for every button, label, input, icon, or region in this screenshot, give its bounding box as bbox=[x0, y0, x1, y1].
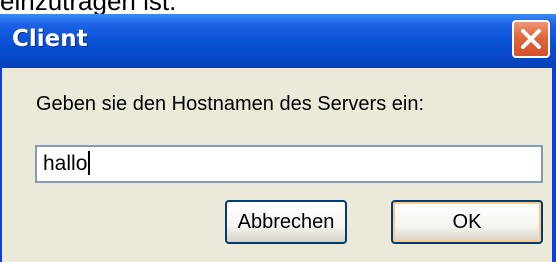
close-button[interactable] bbox=[512, 20, 550, 58]
hostname-prompt-label: Geben sie den Hostnamen des Servers ein: bbox=[36, 93, 424, 115]
hostname-input-value: hallo bbox=[43, 152, 88, 175]
client-dialog: Client Geben sie den Hostnamen des Serve… bbox=[0, 14, 556, 262]
ok-button[interactable]: OK bbox=[391, 200, 543, 244]
hostname-input[interactable]: hallo bbox=[35, 145, 543, 183]
title-bar[interactable]: Client bbox=[0, 14, 556, 68]
text-caret bbox=[88, 151, 91, 175]
window-title: Client bbox=[12, 26, 88, 52]
cancel-button[interactable]: Abbrechen bbox=[225, 200, 347, 244]
close-icon bbox=[521, 29, 541, 49]
